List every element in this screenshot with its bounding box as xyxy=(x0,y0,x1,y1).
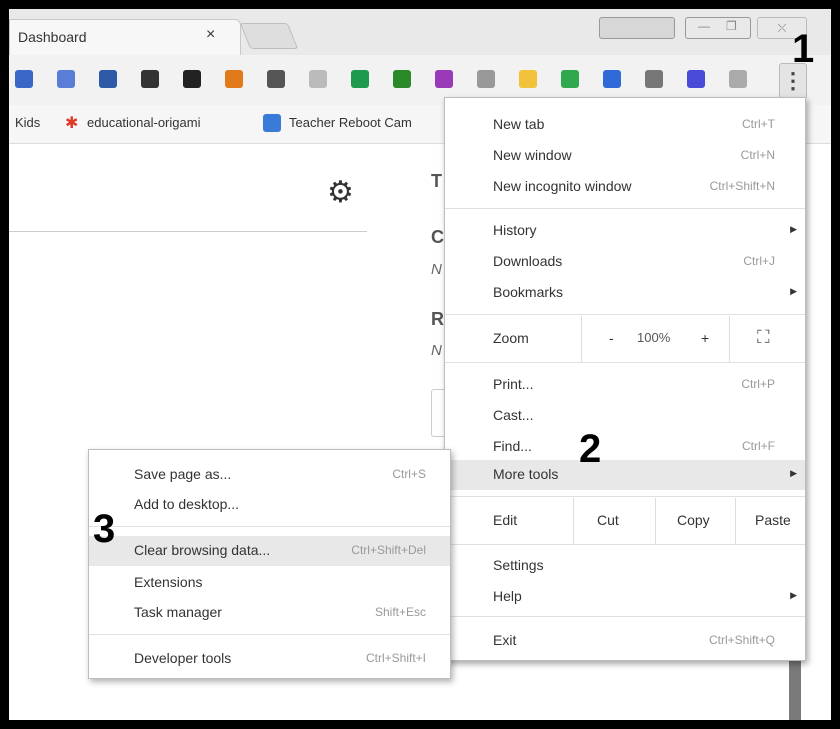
page-heading-fragment: R xyxy=(431,309,444,329)
paste-button[interactable]: Paste xyxy=(755,512,791,528)
menu-item-new-window[interactable]: New window Ctrl+N xyxy=(445,141,805,171)
page-text-fragment: N xyxy=(431,342,442,359)
zoom-level: 100% xyxy=(637,330,671,345)
menu-separator xyxy=(445,544,805,545)
zoom-in-button[interactable]: + xyxy=(701,330,709,346)
tab-dashboard[interactable]: Dashboard × xyxy=(9,19,241,56)
menu-separator xyxy=(445,616,805,617)
page-heading-fragment: C xyxy=(431,227,444,247)
menu-separator xyxy=(445,208,805,209)
submenu-item-save-page[interactable]: Save page as... Ctrl+S xyxy=(89,460,450,490)
menu-item-print[interactable]: Print... Ctrl+P xyxy=(445,370,805,400)
menu-separator xyxy=(89,526,450,527)
submenu-item-add-desktop[interactable]: Add to desktop... xyxy=(89,490,450,520)
extension-icon[interactable] xyxy=(15,70,33,88)
menu-separator xyxy=(89,634,450,635)
menu-item-history[interactable]: History ▶ xyxy=(445,216,805,246)
window-controls: — ❐ xyxy=(685,17,751,39)
restore-icon[interactable]: ❐ xyxy=(726,19,737,33)
submenu-item-task-manager[interactable]: Task manager Shift+Esc xyxy=(89,598,450,628)
callout-2: 2 xyxy=(579,427,602,471)
menu-item-new-tab[interactable]: New tab Ctrl+T xyxy=(445,110,805,140)
extension-icon[interactable] xyxy=(729,70,747,88)
arrows-icon xyxy=(263,114,281,132)
submenu-item-developer-tools[interactable]: Developer tools Ctrl+Shift+I xyxy=(89,644,450,674)
menu-vdivider xyxy=(655,498,656,544)
extension-icon[interactable] xyxy=(645,70,663,88)
extension-icon[interactable] xyxy=(309,70,327,88)
menu-item-more-tools[interactable]: More tools ▶ xyxy=(445,460,805,490)
profile-button[interactable] xyxy=(599,17,675,39)
extension-icon[interactable] xyxy=(141,70,159,88)
menu-separator xyxy=(445,362,805,363)
page-text-fragment: N xyxy=(431,261,442,278)
submenu-item-extensions[interactable]: Extensions xyxy=(89,568,450,598)
extension-icon[interactable] xyxy=(603,70,621,88)
chevron-right-icon: ▶ xyxy=(790,224,797,234)
chevron-right-icon: ▶ xyxy=(790,590,797,600)
menu-vdivider xyxy=(729,316,730,362)
extension-icon[interactable] xyxy=(225,70,243,88)
fullscreen-icon[interactable]: ⛶ xyxy=(757,327,770,348)
menu-item-downloads[interactable]: Downloads Ctrl+J xyxy=(445,247,805,277)
extension-icon[interactable] xyxy=(183,70,201,88)
menu-row-edit: Edit Cut Copy Paste xyxy=(445,498,805,544)
extension-icon[interactable] xyxy=(561,70,579,88)
tab-strip: Dashboard × — ❐ ⛌ xyxy=(9,9,831,56)
extension-icon[interactable] xyxy=(393,70,411,88)
extension-icon[interactable] xyxy=(435,70,453,88)
menu-item-exit[interactable]: Exit Ctrl+Shift+Q xyxy=(445,626,805,656)
menu-item-bookmarks[interactable]: Bookmarks ▶ xyxy=(445,278,805,308)
screenshot-frame: Dashboard × — ❐ ⛌ ⋮ 1 Kids ✱ educational… xyxy=(0,0,840,729)
more-tools-submenu: Save page as... Ctrl+S Add to desktop...… xyxy=(88,449,451,679)
bookmark-educational-origami[interactable]: educational-origami xyxy=(87,115,200,130)
divider xyxy=(9,231,367,232)
cut-button[interactable]: Cut xyxy=(597,512,619,528)
menu-vdivider xyxy=(581,316,582,362)
menu-separator xyxy=(445,496,805,497)
chevron-right-icon: ▶ xyxy=(790,468,797,478)
bookmark-kids[interactable]: Kids xyxy=(15,115,40,130)
page-heading-fragment: T xyxy=(431,171,442,191)
extension-icon[interactable] xyxy=(351,70,369,88)
menu-separator xyxy=(445,314,805,315)
menu-item-help[interactable]: Help ▶ xyxy=(445,582,805,612)
chevron-right-icon: ▶ xyxy=(790,286,797,296)
copy-button[interactable]: Copy xyxy=(677,512,710,528)
menu-item-find[interactable]: Find... Ctrl+F xyxy=(445,432,805,462)
menu-item-cast[interactable]: Cast... xyxy=(445,401,805,431)
menu-item-incognito[interactable]: New incognito window Ctrl+Shift+N xyxy=(445,172,805,202)
extension-icon[interactable] xyxy=(99,70,117,88)
minimize-icon[interactable]: — xyxy=(698,19,710,33)
submenu-item-clear-browsing-data[interactable]: Clear browsing data... Ctrl+Shift+Del xyxy=(89,536,450,566)
menu-row-zoom: Zoom - 100% + ⛶ xyxy=(445,316,805,362)
extension-icon[interactable] xyxy=(519,70,537,88)
menu-item-settings[interactable]: Settings xyxy=(445,551,805,581)
bookmark-teacher-reboot[interactable]: Teacher Reboot Cam xyxy=(289,115,412,130)
close-icon[interactable]: × xyxy=(206,26,215,44)
new-tab-button[interactable] xyxy=(239,23,299,49)
chrome-main-menu: New tab Ctrl+T New window Ctrl+N New inc… xyxy=(444,97,806,661)
tab-title: Dashboard xyxy=(18,29,87,45)
menu-vdivider xyxy=(573,498,574,544)
extension-icon[interactable] xyxy=(57,70,75,88)
zoom-out-button[interactable]: - xyxy=(609,330,614,346)
extension-icon[interactable] xyxy=(477,70,495,88)
scrollbar[interactable] xyxy=(789,654,801,720)
pinwheel-icon: ✱ xyxy=(65,115,79,132)
menu-vdivider xyxy=(735,498,736,544)
extension-icon[interactable] xyxy=(267,70,285,88)
extension-icon[interactable] xyxy=(687,70,705,88)
callout-1: 1 xyxy=(792,27,815,71)
gear-icon[interactable]: ⚙ xyxy=(327,175,354,210)
callout-3: 3 xyxy=(93,507,116,551)
